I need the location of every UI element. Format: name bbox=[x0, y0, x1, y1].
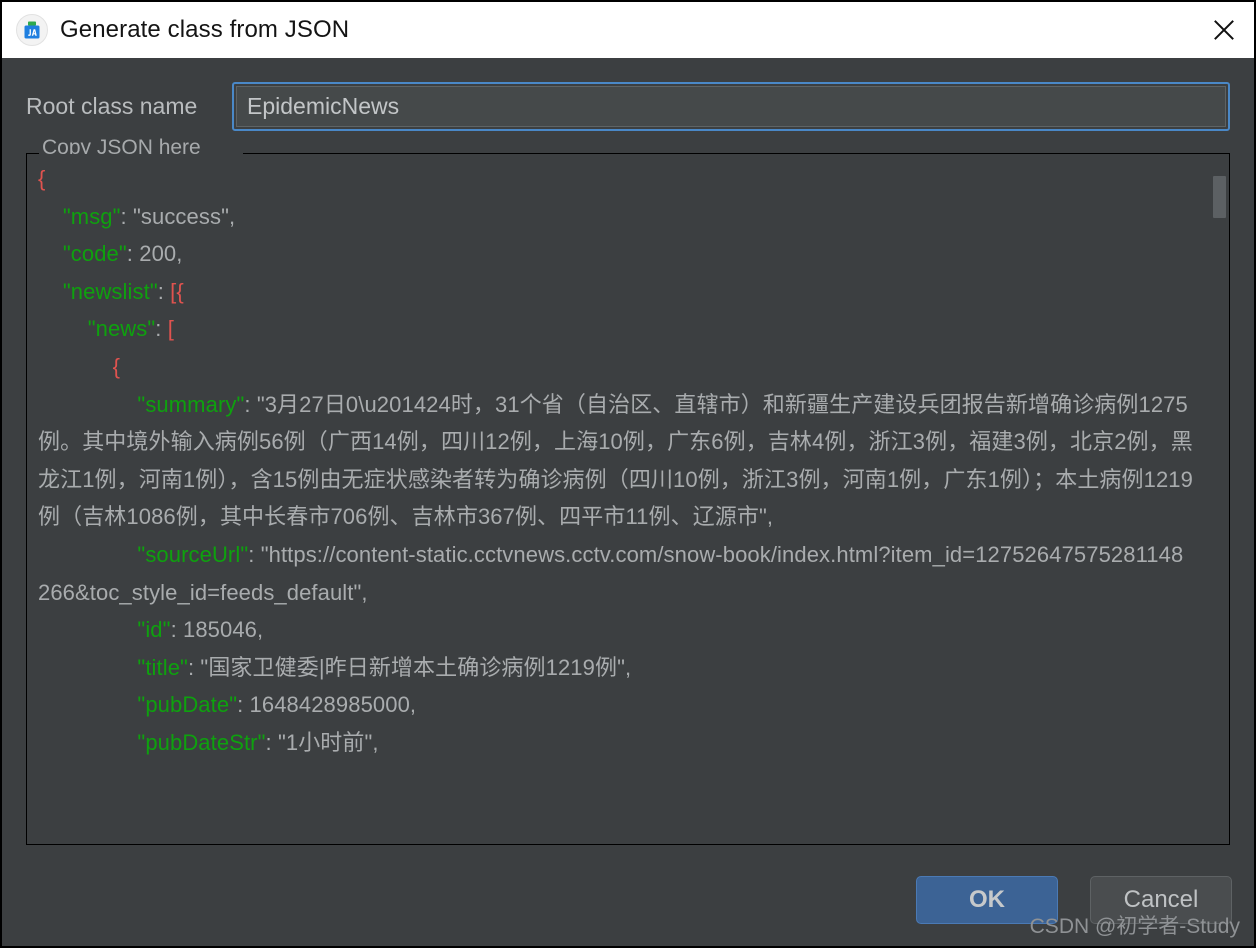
json-line: { bbox=[38, 348, 1194, 386]
json-token: : bbox=[265, 729, 278, 755]
root-class-input[interactable] bbox=[236, 86, 1226, 127]
json-line: { bbox=[38, 160, 1194, 198]
json-line: "summary": "3月27日0\u201424时，31个省（自治区、直辖市… bbox=[38, 386, 1194, 536]
json-token: "title" bbox=[137, 654, 188, 680]
json-token: 185046, bbox=[183, 617, 264, 643]
close-icon[interactable] bbox=[1194, 2, 1254, 58]
root-class-label: Root class name bbox=[26, 93, 198, 119]
root-class-input-wrapper bbox=[232, 82, 1230, 131]
json-line: "title": "国家卫健委|昨日新增本土确诊病例1219例", bbox=[38, 649, 1194, 687]
json-line: "pubDate": 1648428985000, bbox=[38, 686, 1194, 724]
json-token: [ bbox=[167, 316, 174, 342]
json-line: "newslist": [{ bbox=[38, 273, 1194, 311]
json-scrollbar-thumb[interactable] bbox=[1213, 176, 1226, 218]
json-line: "sourceUrl": "https://content-static.cct… bbox=[38, 536, 1194, 611]
json-token: "pubDateStr" bbox=[137, 729, 266, 755]
json-token: "newslist" bbox=[62, 278, 158, 304]
json-token: "国家卫健委|昨日新增本土确诊病例1219例", bbox=[200, 654, 632, 680]
cancel-button[interactable]: Cancel bbox=[1090, 876, 1232, 924]
json-token: "sourceUrl" bbox=[137, 541, 249, 567]
window-title: Generate class from JSON bbox=[60, 16, 350, 43]
json-token: : bbox=[120, 203, 133, 229]
dialog-body: Root class name Copy JSON here { "msg": … bbox=[2, 58, 1254, 946]
json-token: "1小时前", bbox=[277, 729, 379, 755]
json-token: { bbox=[112, 353, 121, 379]
json-token: "pubDate" bbox=[137, 692, 238, 718]
json-token: : bbox=[155, 316, 168, 342]
json-token: "summary" bbox=[137, 391, 245, 417]
json-source-text[interactable]: { "msg": "success", "code": 200, "newsli… bbox=[28, 154, 1228, 762]
title-bar: Generate class from JSON bbox=[2, 2, 1254, 58]
json-scrollbar-track[interactable] bbox=[1210, 154, 1228, 843]
json-textarea[interactable]: { "msg": "success", "code": 200, "newsli… bbox=[28, 154, 1228, 843]
json-token: : bbox=[244, 391, 257, 417]
dialog-footer: OK Cancel bbox=[2, 860, 1254, 946]
json-token: 1648428985000, bbox=[249, 692, 417, 718]
json-token: : bbox=[170, 617, 183, 643]
json-token: "success", bbox=[132, 203, 236, 229]
json-line: "pubDateStr": "1小时前", bbox=[38, 724, 1194, 762]
copy-json-groupbox: Copy JSON here { "msg": "success", "code… bbox=[26, 137, 1230, 845]
json-token: "id" bbox=[137, 617, 171, 643]
json-token: 200, bbox=[139, 241, 183, 267]
json-token: : bbox=[126, 241, 140, 267]
json-token: { bbox=[38, 166, 46, 191]
json-token: "news" bbox=[87, 316, 156, 342]
json-line: "news": [ bbox=[38, 310, 1194, 348]
json-plugin-icon bbox=[16, 14, 48, 46]
generate-class-dialog: Generate class from JSON Root class name… bbox=[0, 0, 1256, 948]
json-line: "code": 200, bbox=[38, 235, 1194, 273]
json-line: "id": 185046, bbox=[38, 611, 1194, 649]
json-token: : bbox=[248, 541, 261, 567]
json-token: [{ bbox=[170, 278, 184, 304]
json-token: "msg" bbox=[62, 203, 121, 229]
json-token: : bbox=[187, 654, 201, 680]
ok-button[interactable]: OK bbox=[916, 876, 1058, 924]
json-token: : bbox=[157, 278, 171, 304]
json-token: "code" bbox=[62, 241, 127, 267]
json-token: : bbox=[237, 692, 250, 718]
json-line: "msg": "success", bbox=[38, 198, 1194, 236]
root-class-row: Root class name bbox=[2, 58, 1254, 131]
